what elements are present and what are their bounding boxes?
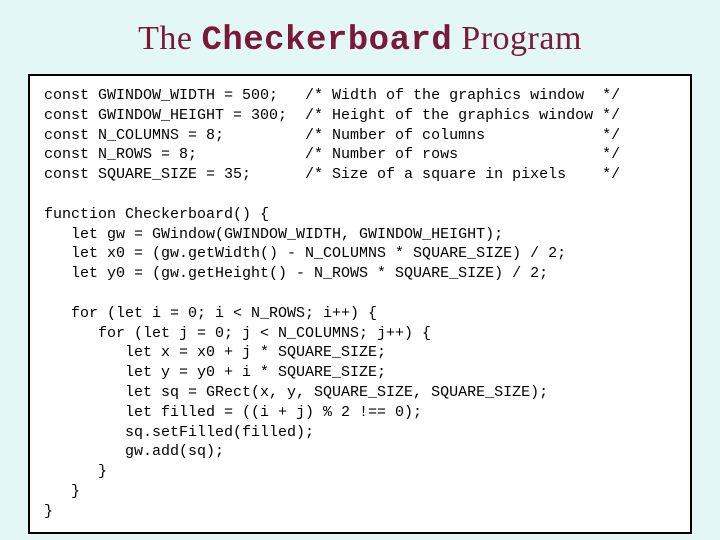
title-post: Program bbox=[452, 20, 582, 57]
code-listing: const GWINDOW_WIDTH = 500; /* Width of t… bbox=[44, 86, 676, 522]
code-box: const GWINDOW_WIDTH = 500; /* Width of t… bbox=[28, 74, 692, 534]
slide: The Checkerboard Program const GWINDOW_W… bbox=[0, 0, 720, 540]
title-mono: Checkerboard bbox=[201, 22, 452, 60]
slide-title: The Checkerboard Program bbox=[28, 20, 692, 60]
title-pre: The bbox=[138, 20, 201, 57]
